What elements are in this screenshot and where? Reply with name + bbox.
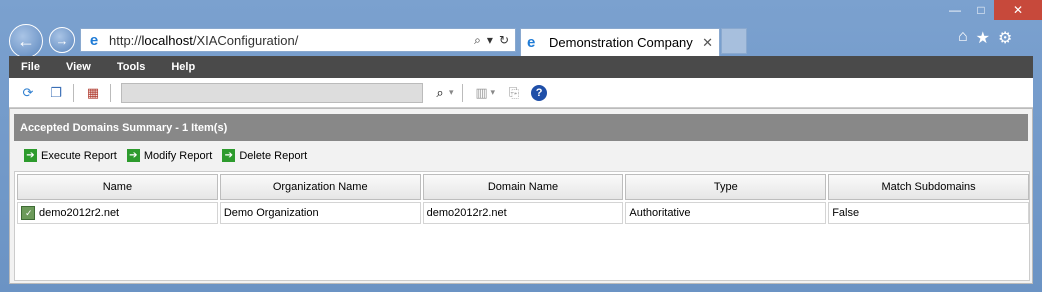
refresh-icon[interactable]: ↻	[499, 33, 509, 48]
columns-dropdown-icon[interactable]: ▾	[491, 87, 496, 98]
table-header-row: Name Organization Name Domain Name Type …	[17, 174, 1029, 200]
column-header-type[interactable]: Type	[625, 174, 827, 200]
menu-tools[interactable]: Tools	[117, 61, 146, 73]
browser-window: — □ ✕ ← → e http://localhost/XIAConfigur…	[0, 0, 1042, 292]
dropdown-icon[interactable]: ▾	[487, 33, 493, 48]
column-header-organization-name[interactable]: Organization Name	[219, 174, 421, 200]
home-icon[interactable]: ⌂	[958, 28, 968, 48]
new-tab-button[interactable]	[721, 28, 747, 54]
help-icon[interactable]: ?	[531, 84, 548, 101]
domain-icon	[21, 206, 35, 220]
domains-table: Name Organization Name Domain Name Type …	[14, 171, 1030, 281]
refresh-icon[interactable]: ⟳	[19, 84, 37, 102]
columns-icon[interactable]: ▥	[473, 84, 491, 102]
window-controls: — □ ✕	[942, 0, 1042, 20]
back-button[interactable]: ←	[9, 24, 43, 58]
maximize-button[interactable]: □	[968, 0, 994, 20]
table-row[interactable]: demo2012r2.net Demo Organization demo201…	[17, 202, 1029, 224]
tab-title: Demonstration Company	[549, 35, 693, 50]
column-header-match-subdomains[interactable]: Match Subdomains	[828, 174, 1029, 200]
delete-report-button[interactable]: ➔ Delete Report	[222, 149, 307, 162]
close-window-button[interactable]: ✕	[994, 0, 1042, 20]
address-actions: ⌕ ▾ ↻	[474, 33, 509, 48]
export-icon[interactable]: ⎘	[505, 84, 523, 102]
favorites-star-icon[interactable]: ★	[976, 28, 990, 48]
tab-close-icon[interactable]: ✕	[702, 35, 713, 51]
report-actions: ➔ Execute Report ➔ Modify Report ➔ Delet…	[24, 149, 307, 162]
tab-demonstration-company[interactable]: e Demonstration Company ✕	[520, 28, 720, 56]
menu-help[interactable]: Help	[171, 61, 195, 73]
menubar: File View Tools Help	[9, 56, 1033, 78]
column-header-name[interactable]: Name	[17, 174, 218, 200]
report-content: Accepted Domains Summary - 1 Item(s) ➔ E…	[9, 108, 1033, 284]
toolbar-separator	[461, 83, 463, 102]
modify-report-button[interactable]: ➔ Modify Report	[126, 149, 212, 162]
report-book-icon[interactable]: ▦	[84, 84, 102, 102]
cell-type[interactable]: Authoritative	[625, 202, 827, 224]
green-arrow-icon: ➔	[24, 149, 37, 162]
browser-right-icons: ⌂ ★ ⚙	[958, 28, 1012, 48]
toolbar: ⟳ ❐ ▦ ⌕ ▾ ▥ ▾ ⎘ ?	[9, 78, 1033, 108]
summary-title: Accepted Domains Summary - 1 Item(s)	[20, 121, 228, 134]
forward-arrow-icon: →	[55, 32, 69, 48]
toolbar-separator	[110, 83, 111, 102]
search-dropdown-icon[interactable]: ▾	[449, 87, 454, 98]
cell-match-subdomains[interactable]: False	[828, 202, 1029, 224]
summary-header: Accepted Domains Summary - 1 Item(s)	[14, 114, 1028, 141]
copy-report-icon[interactable]: ❐	[47, 84, 65, 102]
address-url[interactable]: http://localhost/XIAConfiguration/	[109, 33, 474, 48]
ie-logo-icon: e	[89, 31, 99, 49]
ie-logo-icon: e	[527, 34, 536, 51]
toolbar-separator	[73, 83, 74, 102]
column-header-domain-name[interactable]: Domain Name	[422, 174, 624, 200]
minimize-button[interactable]: —	[942, 0, 968, 20]
cell-domain-name[interactable]: demo2012r2.net	[422, 202, 624, 224]
address-bar[interactable]: e http://localhost/XIAConfiguration/ ⌕ ▾…	[80, 28, 516, 52]
back-arrow-icon: ←	[17, 30, 35, 51]
search-icon[interactable]: ⌕	[431, 84, 449, 102]
toolbar-search-input[interactable]	[121, 82, 423, 103]
menu-file[interactable]: File	[21, 61, 40, 73]
execute-report-button[interactable]: ➔ Execute Report	[24, 149, 117, 162]
settings-gear-icon[interactable]: ⚙	[998, 28, 1012, 48]
green-arrow-icon: ➔	[126, 149, 140, 162]
menu-view[interactable]: View	[66, 61, 91, 73]
forward-button[interactable]: →	[49, 27, 75, 53]
cell-name[interactable]: demo2012r2.net	[17, 202, 218, 224]
cell-organization-name[interactable]: Demo Organization	[219, 202, 421, 224]
green-arrow-icon: ➔	[222, 149, 236, 162]
search-icon[interactable]: ⌕	[474, 33, 481, 48]
